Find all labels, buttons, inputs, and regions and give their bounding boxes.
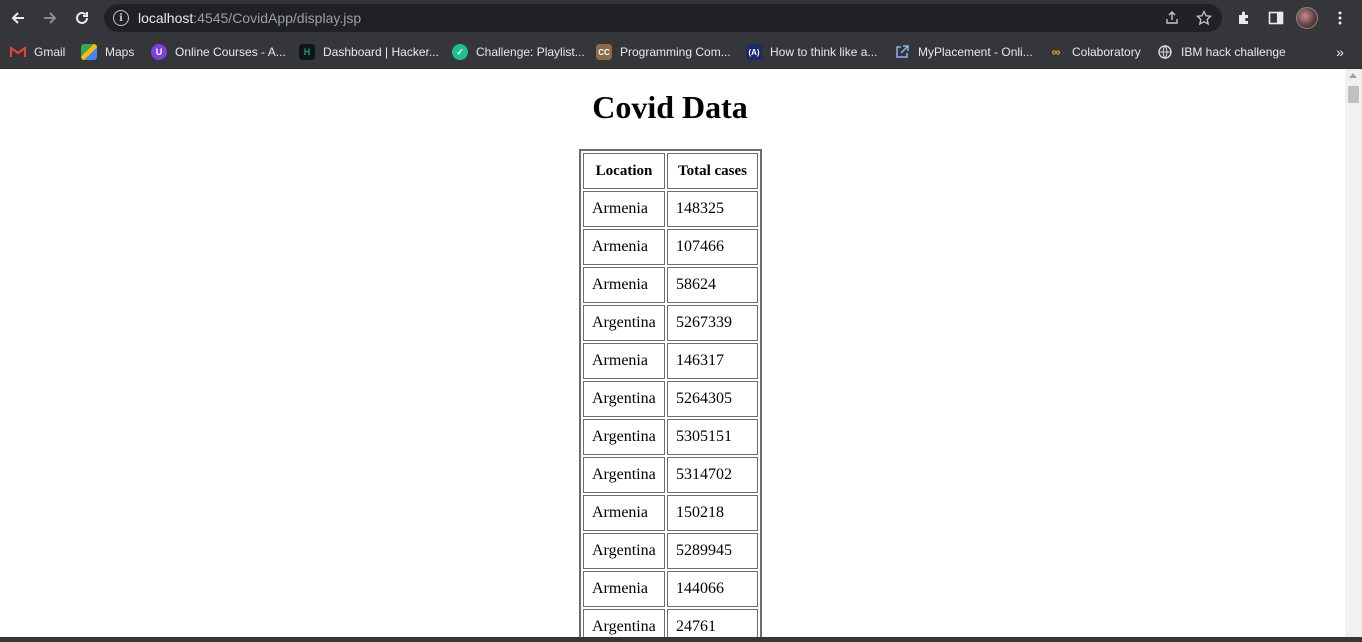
page-viewport: Covid Data Location Total cases Armenia 1… [0,69,1345,637]
bookmark-label: Colaboratory [1072,45,1141,59]
location-cell: Armenia [583,495,665,531]
codechef-icon: CC [596,44,612,60]
url-path: :4545/CovidApp/display.jsp [193,10,362,26]
share-icon[interactable] [1162,8,1182,28]
total-cases-cell: 5264305 [667,381,758,417]
total-cases-cell: 5289945 [667,533,758,569]
bookmark-label: IBM hack challenge [1181,45,1286,59]
bookmark-label: MyPlacement - Onli... [918,45,1033,59]
total-cases-cell: 5305151 [667,419,758,455]
total-cases-cell: 107466 [667,229,758,265]
runestone-icon: (A) [746,44,762,60]
table-row: Armenia 150218 [583,495,758,531]
vertical-scrollbar[interactable] [1345,69,1362,637]
table-row: Argentina 24761 [583,609,758,637]
globe-icon [1157,44,1173,60]
table-header-row: Location Total cases [583,153,758,189]
total-cases-cell: 146317 [667,343,758,379]
bookmark-ibm-hack[interactable]: IBM hack challenge [1157,42,1286,62]
bookmark-maps[interactable]: Maps [81,42,134,62]
location-cell: Armenia [583,571,665,607]
total-cases-cell: 144066 [667,571,758,607]
forward-arrow-icon[interactable] [34,2,66,34]
location-cell: Argentina [583,533,665,569]
hackerrank-icon: H [299,44,315,60]
column-header-location: Location [583,153,665,189]
table-body: Armenia 148325 Armenia 107466 Armenia 58624 Ar… [583,191,758,637]
browser-toolbar: i localhost:4545/CovidApp/display.jsp [0,0,1362,36]
table-row: Argentina 5264305 [583,381,758,417]
bookmark-label: Maps [105,45,135,59]
url-host: localhost [138,10,194,26]
bookmark-star-icon[interactable] [1194,8,1214,28]
back-arrow-icon[interactable] [2,2,34,34]
bookmark-codechef[interactable]: CC Programming Com... [596,42,731,62]
bookmark-label: Online Courses - A... [175,45,286,59]
location-cell: Armenia [583,267,665,303]
bookmark-online-courses[interactable]: U Online Courses - A... [151,42,286,62]
table-row: Armenia 107466 [583,229,758,265]
more-bookmarks-chevron-icon[interactable]: » [1330,42,1350,62]
url-text[interactable]: localhost:4545/CovidApp/display.jsp [138,10,361,26]
table-row: Armenia 148325 [583,191,758,227]
bottom-edge [0,637,1362,642]
location-cell: Armenia [583,343,665,379]
table-row: Armenia 144066 [583,571,758,607]
table-row: Argentina 5314702 [583,457,758,493]
page-title: Covid Data [592,89,748,125]
location-cell: Argentina [583,381,665,417]
location-cell: Armenia [583,229,665,265]
column-header-total-cases: Total cases [667,153,758,189]
bookmark-label: Dashboard | Hacker... [323,45,439,59]
online-courses-icon: U [151,44,167,60]
scroll-up-arrow-icon[interactable] [1349,73,1357,78]
location-cell: Armenia [583,191,665,227]
colab-icon: ∞ [1051,45,1061,59]
bookmarks-bar: Gmail Maps U Online Courses - A... H Das… [0,36,1362,69]
maps-icon [81,44,97,60]
total-cases-cell: 150218 [667,495,758,531]
bookmark-label: Gmail [34,45,66,59]
bookmark-myplacement[interactable]: MyPlacement - Onli... [894,42,1033,62]
table-row: Argentina 5267339 [583,305,758,341]
bookmark-label: How to think like a... [770,45,878,59]
bookmark-label: Programming Com... [620,45,731,59]
site-info-icon[interactable]: i [113,10,129,26]
location-cell: Argentina [583,419,665,455]
total-cases-cell: 58624 [667,267,758,303]
bookmark-label: Challenge: Playlist... [476,45,585,59]
total-cases-cell: 24761 [667,609,758,637]
table-row: Armenia 58624 [583,267,758,303]
extensions-puzzle-icon[interactable] [1232,6,1256,30]
profile-avatar[interactable] [1296,7,1318,29]
reload-icon[interactable] [66,2,98,34]
bookmark-colab[interactable]: ∞ Colaboratory [1048,42,1141,62]
total-cases-cell: 148325 [667,191,758,227]
table-row: Argentina 5305151 [583,419,758,455]
total-cases-cell: 5267339 [667,305,758,341]
scroll-thumb[interactable] [1348,86,1359,103]
side-panel-icon[interactable] [1264,6,1288,30]
challenge-icon: ✓ [452,44,468,60]
external-link-icon [894,44,910,60]
table-row: Armenia 146317 [583,343,758,379]
address-bar[interactable]: i localhost:4545/CovidApp/display.jsp [104,4,1222,32]
bookmark-hackerrank[interactable]: H Dashboard | Hacker... [299,42,439,62]
total-cases-cell: 5314702 [667,457,758,493]
location-cell: Argentina [583,457,665,493]
bookmark-runestone[interactable]: (A) How to think like a... [746,42,877,62]
location-cell: Argentina [583,609,665,637]
bookmark-challenge[interactable]: ✓ Challenge: Playlist... [452,42,585,62]
gmail-icon [10,44,26,60]
location-cell: Argentina [583,305,665,341]
covid-data-table: Location Total cases Armenia 148325 Armeni… [579,149,762,637]
table-row: Argentina 5289945 [583,533,758,569]
bookmark-gmail[interactable]: Gmail [10,42,65,62]
menu-kebab-icon[interactable] [1328,6,1352,30]
